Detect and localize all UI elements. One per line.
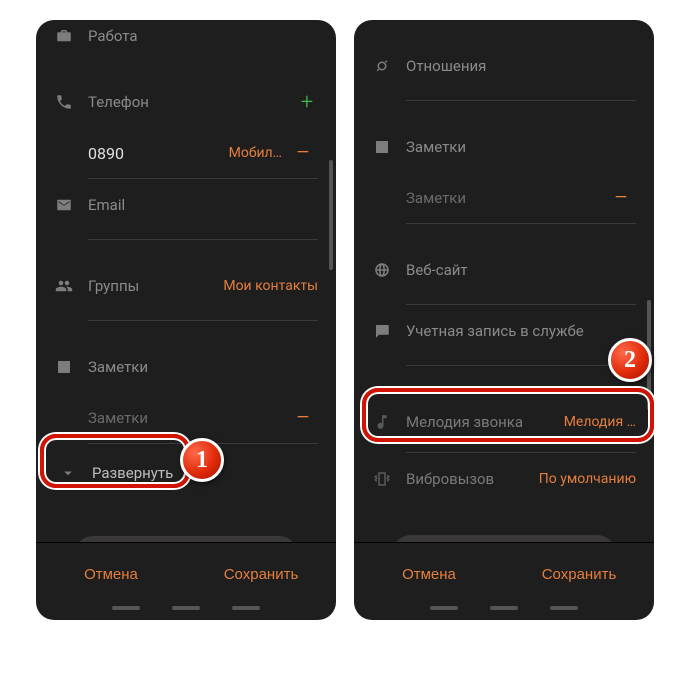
remove-notes-button[interactable]: − xyxy=(610,183,632,213)
relations-icon xyxy=(372,57,392,75)
email-icon xyxy=(54,196,74,214)
field-work[interactable]: Работа xyxy=(54,20,318,62)
notes-entry[interactable]: Заметки − xyxy=(88,393,318,444)
notes-placeholder[interactable]: Заметки xyxy=(88,409,282,427)
expand-label: Развернуть xyxy=(92,464,173,482)
ringtone-icon xyxy=(372,413,392,431)
phone-entry[interactable]: 0890 Мобил… − xyxy=(88,128,318,179)
delete-contact-button[interactable]: Удалить контакт из телефона xyxy=(75,536,298,542)
vibration-label: Вибровызов xyxy=(406,470,525,488)
scroll-area[interactable]: Отношения Заметки Заметки − xyxy=(354,20,654,542)
field-ringtone[interactable]: Мелодия звонка Мелодия … xyxy=(372,396,636,448)
remove-phone-button[interactable]: − xyxy=(292,138,314,168)
expand-button[interactable]: Развернуть xyxy=(40,450,332,496)
notes-label: Заметки xyxy=(406,138,636,156)
chat-icon xyxy=(372,322,392,340)
notes-label: Заметки xyxy=(88,358,318,376)
email-label: Email xyxy=(88,196,318,214)
group-icon xyxy=(54,277,74,295)
bottom-bar: Отмена Сохранить xyxy=(36,542,336,606)
ringtone-label: Мелодия звонка xyxy=(406,413,550,431)
field-im[interactable]: Учетная запись в службе xyxy=(372,305,636,357)
scroll-area[interactable]: Работа Телефон + 0890 Мобил… − xyxy=(36,20,336,542)
nav-bar xyxy=(354,606,654,620)
work-label: Работа xyxy=(88,27,318,45)
phone-value[interactable]: 0890 xyxy=(88,144,219,163)
field-groups[interactable]: Группы Мои контакты xyxy=(54,260,318,312)
field-relations[interactable]: Отношения xyxy=(372,40,636,92)
add-phone-button[interactable]: + xyxy=(296,90,318,115)
field-notes-header: Заметки xyxy=(54,341,318,393)
save-button[interactable]: Сохранить xyxy=(186,543,336,606)
briefcase-icon xyxy=(54,27,74,45)
vibration-icon xyxy=(372,470,392,488)
field-phone-header: Телефон + xyxy=(54,76,318,128)
ringtone-value[interactable]: Мелодия … xyxy=(564,414,636,430)
nav-bar xyxy=(36,606,336,620)
cancel-button[interactable]: Отмена xyxy=(354,543,504,606)
bottom-bar: Отмена Сохранить xyxy=(354,542,654,606)
vibration-value[interactable]: По умолчанию xyxy=(539,471,636,487)
phone-right: Отношения Заметки Заметки − xyxy=(354,20,654,620)
notes-icon xyxy=(372,138,392,156)
chevron-down-icon xyxy=(58,464,78,482)
phone-label: Телефон xyxy=(88,93,282,111)
phone-icon xyxy=(54,93,74,111)
groups-label: Группы xyxy=(88,277,209,295)
phone-type[interactable]: Мобил… xyxy=(229,145,282,161)
notes-icon xyxy=(54,358,74,376)
field-email[interactable]: Email xyxy=(54,179,318,231)
im-label: Учетная запись в службе xyxy=(406,322,636,340)
scrollbar[interactable] xyxy=(647,300,651,410)
save-button[interactable]: Сохранить xyxy=(504,543,654,606)
remove-notes-button[interactable]: − xyxy=(292,403,314,433)
field-vibration[interactable]: Вибровызов По умолчанию xyxy=(372,453,636,505)
cancel-button[interactable]: Отмена xyxy=(36,543,186,606)
groups-value[interactable]: Мои контакты xyxy=(223,278,318,294)
scrollbar[interactable] xyxy=(329,160,333,270)
notes-placeholder[interactable]: Заметки xyxy=(406,189,600,207)
website-label: Веб-сайт xyxy=(406,261,636,279)
notes-entry[interactable]: Заметки − xyxy=(406,173,636,224)
phone-left: Работа Телефон + 0890 Мобил… − xyxy=(36,20,336,620)
globe-icon xyxy=(372,261,392,279)
field-notes-header: Заметки xyxy=(372,121,636,173)
relations-label: Отношения xyxy=(406,57,636,75)
field-website[interactable]: Веб-сайт xyxy=(372,244,636,296)
delete-contact-button[interactable]: Удалить контакт из телефона xyxy=(393,535,616,542)
